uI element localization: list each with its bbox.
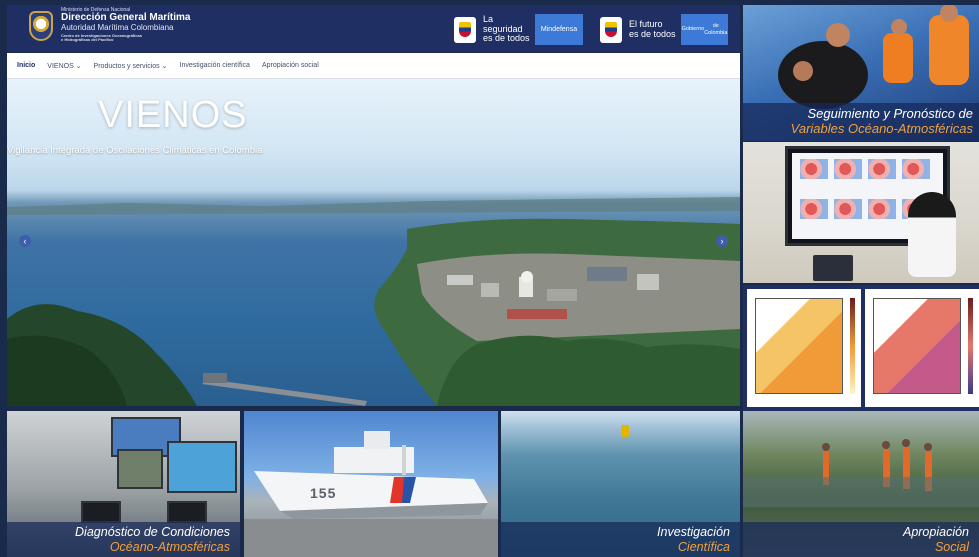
carousel-next-button[interactable]: ›	[716, 235, 728, 247]
colombia-crest-icon	[454, 16, 476, 43]
caption-line2: Social	[934, 539, 969, 554]
caption-investigacion: Investigación Científica	[501, 522, 740, 557]
gov2-slogan-line2: es de todos	[629, 28, 676, 39]
hero-subtitle: Vigilancia Integrada de Oscilaciones Cli…	[7, 145, 263, 156]
caption-seguimiento: Seguimiento y Pronóstico de Variables Oc…	[743, 103, 979, 141]
card-investigacion[interactable]: Investigación Científica	[501, 411, 740, 557]
agency-branding[interactable]: Ministerio de Defensa Nacional Dirección…	[61, 7, 191, 43]
card-diagnostico[interactable]: Diagnóstico de Condiciones Océano-Atmosf…	[7, 411, 240, 557]
map-panel-1	[747, 289, 861, 407]
map-panel-2	[865, 289, 979, 407]
dimar-logo-icon[interactable]	[29, 11, 53, 41]
buoy-icon	[621, 425, 629, 437]
analyst-photo	[743, 142, 979, 283]
gobierno-banner[interactable]: El futuro es de todos Gobierno de Colomb…	[600, 14, 728, 45]
colombia-crest-icon	[600, 16, 622, 43]
nav-item-investigacion[interactable]: Investigación científica	[180, 62, 250, 69]
caption-apropiacion: Apropiación Social	[743, 522, 979, 557]
mindefensa-banner[interactable]: La seguridad es de todos Mindefensa	[454, 14, 583, 45]
laptop	[813, 255, 853, 281]
gov2-slogan: El futuro es de todos	[629, 19, 681, 39]
card-seguimiento-pronostico[interactable]: Seguimiento y Pronóstico de Variables Oc…	[743, 5, 979, 141]
site-header: Ministerio de Defensa Nacional Dirección…	[7, 5, 740, 52]
gobierno-label-line2: de Colombia	[704, 23, 728, 36]
nav-item-productos[interactable]: Productos y servicios ⌄	[94, 62, 168, 70]
chevron-left-icon: ‹	[23, 235, 27, 246]
hull-number: 155	[310, 485, 337, 501]
nav-item-apropiacion[interactable]: Apropiación social	[262, 62, 319, 69]
center-name-line2: e Hidrográficas del Pacífico	[61, 37, 114, 43]
gov1-slogan-line2: es de todos	[483, 33, 530, 44]
caption-line2: Científica	[677, 539, 730, 554]
chevron-right-icon: ›	[720, 235, 724, 246]
gov1-slogan: La seguridad es de todos	[483, 14, 535, 44]
research-vessel-photo: 155	[244, 411, 498, 557]
carousel-prev-button[interactable]: ‹	[19, 235, 31, 247]
caption-line1: Diagnóstico de Condiciones	[75, 525, 230, 540]
analyst-figure	[908, 192, 956, 277]
card-apropiacion[interactable]: Apropiación Social	[743, 411, 979, 557]
gov1-slogan-line1: La seguridad	[483, 14, 523, 34]
page: Ministerio de Defensa Nacional Dirección…	[0, 0, 979, 557]
caption-line1: Seguimiento y Pronóstico de	[807, 106, 973, 122]
main-nav: Inicio VIENOS ⌄ Productos y servicios ⌄ …	[7, 53, 740, 79]
caption-line1: Apropiación	[902, 525, 969, 540]
caption-diagnostico: Diagnóstico de Condiciones Océano-Atmosf…	[7, 522, 240, 557]
gobierno-label: Gobierno de Colombia	[681, 14, 728, 45]
nav-item-vienos[interactable]: VIENOS ⌄	[47, 62, 81, 70]
caption-line2: Variables Océano-Atmosféricas	[790, 121, 973, 137]
forecast-maps	[743, 285, 979, 411]
agency-subtitle: Autoridad Marítima Colombiana	[61, 22, 174, 32]
hero-title: VIENOS	[98, 94, 248, 136]
gobierno-label-line1: Gobierno	[681, 26, 705, 33]
caption-line2: Océano-Atmosféricas	[109, 539, 230, 554]
hero-carousel[interactable]: VIENOS Vigilancia Integrada de Oscilacio…	[7, 79, 740, 406]
nav-item-inicio[interactable]: Inicio	[17, 62, 35, 69]
caption-line1: Investigación	[657, 525, 730, 540]
mindefensa-label: Mindefensa	[535, 14, 583, 45]
